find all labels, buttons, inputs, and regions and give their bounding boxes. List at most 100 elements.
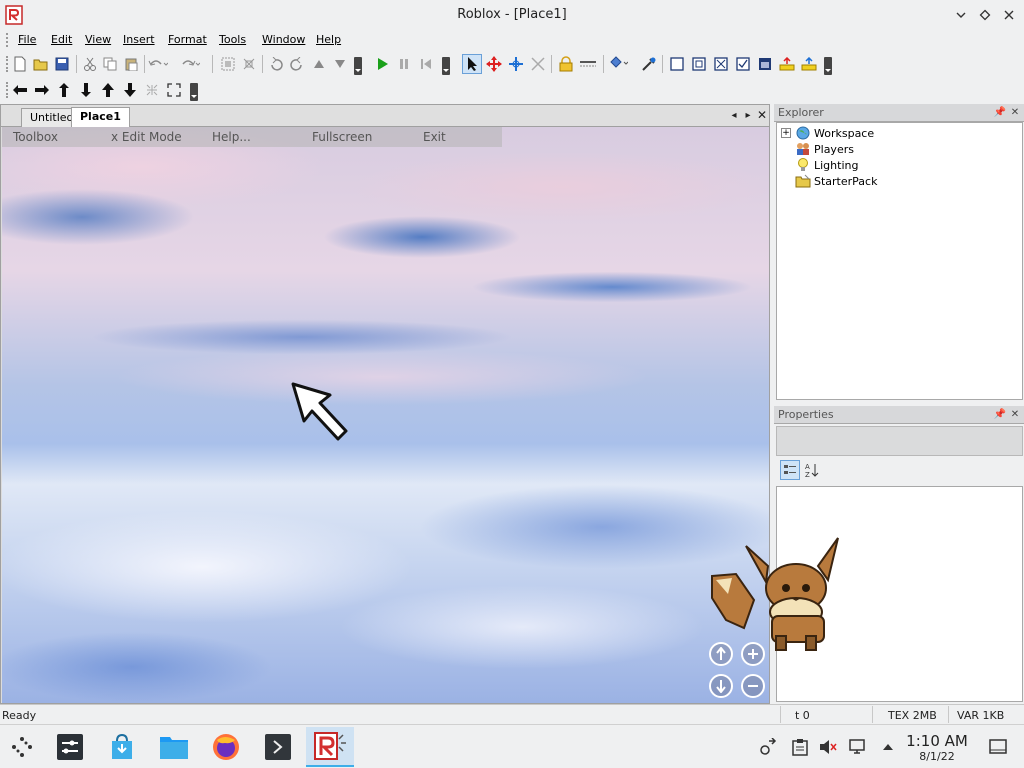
viewport-menu-help[interactable]: Help... <box>212 130 251 144</box>
cut-icon[interactable] <box>80 54 100 74</box>
play-icon[interactable] <box>372 54 392 74</box>
copy-icon[interactable] <box>100 54 120 74</box>
right-arrow-icon[interactable] <box>32 80 52 100</box>
muted-volume-icon[interactable] <box>818 737 838 757</box>
rotate-left-icon[interactable] <box>266 54 286 74</box>
new-icon[interactable] <box>10 54 30 74</box>
select-icon[interactable] <box>462 54 482 74</box>
show-desktop-icon[interactable] <box>988 737 1008 757</box>
viewport-menu-toolbox[interactable]: Toolbox <box>13 130 58 144</box>
left-arrow-icon[interactable] <box>10 80 30 100</box>
3d-viewport[interactable]: Toolbox x Edit Mode Help... Fullscreen E… <box>2 127 769 703</box>
toolbar-overflow-4[interactable] <box>190 83 198 101</box>
save-icon[interactable] <box>52 54 72 74</box>
viewport-menu-exit[interactable]: Exit <box>423 130 446 144</box>
redo-icon[interactable] <box>180 54 200 74</box>
clipboard-icon[interactable] <box>790 737 810 757</box>
pause-icon[interactable] <box>394 54 414 74</box>
properties-close-icon[interactable]: ✕ <box>1009 408 1021 420</box>
firefox-icon[interactable] <box>204 727 248 767</box>
roblox-icon[interactable] <box>306 727 354 767</box>
hinge-icon[interactable] <box>755 54 775 74</box>
zoom-extents-icon[interactable] <box>142 80 162 100</box>
settings-icon[interactable] <box>48 727 92 767</box>
axis-move-icon[interactable] <box>506 54 526 74</box>
network-sync-icon[interactable] <box>758 737 778 757</box>
explorer-header: Explorer 📌 ✕ <box>774 104 1024 122</box>
menu-file[interactable]: File <box>18 33 36 46</box>
move-icon[interactable] <box>484 54 504 74</box>
tilt-down-icon[interactable] <box>120 80 140 100</box>
pin-icon[interactable]: 📌 <box>994 408 1006 420</box>
tree-item-workspace[interactable]: + Workspace <box>781 125 874 141</box>
status-var-memory: VAR 1KB <box>957 709 1005 722</box>
ungroup-icon[interactable] <box>239 54 259 74</box>
camera-down-icon[interactable] <box>709 674 733 698</box>
explorer-close-icon[interactable]: ✕ <box>1009 106 1021 118</box>
launcher-icon[interactable] <box>0 727 44 767</box>
sort-alpha-icon[interactable]: AZ <box>802 460 822 480</box>
menu-edit[interactable]: Edit <box>51 33 72 46</box>
toolbar-grip[interactable] <box>6 56 9 72</box>
files-icon[interactable] <box>152 727 196 767</box>
store-icon[interactable] <box>100 727 144 767</box>
minimize-icon[interactable] <box>950 4 972 26</box>
move-up-icon[interactable] <box>309 54 329 74</box>
menubar-grip[interactable] <box>6 33 9 47</box>
move-down-icon[interactable] <box>330 54 350 74</box>
toolbar-overflow-3[interactable] <box>824 57 832 75</box>
viewport-menu-edit-mode[interactable]: x Edit Mode <box>111 130 182 144</box>
tray-expand-icon[interactable] <box>878 737 898 757</box>
toolbar-overflow-1[interactable] <box>354 57 362 75</box>
weld-icon[interactable] <box>711 54 731 74</box>
motor-icon[interactable] <box>777 54 797 74</box>
toolbar-grip-2[interactable] <box>6 82 9 98</box>
tab-close-icon[interactable]: ✕ <box>755 108 769 122</box>
menu-format[interactable]: Format <box>168 33 207 46</box>
resize-icon[interactable] <box>528 54 548 74</box>
menu-tools[interactable]: Tools <box>219 33 246 46</box>
clock-time[interactable]: 1:10 AM <box>900 732 974 750</box>
categorized-icon[interactable] <box>780 460 800 480</box>
expand-icon[interactable]: + <box>781 128 791 138</box>
close-icon[interactable] <box>998 4 1020 26</box>
tree-item-lighting[interactable]: Lighting <box>781 157 858 173</box>
maximize-icon[interactable] <box>974 4 996 26</box>
paint-bucket-icon[interactable] <box>608 54 628 74</box>
anchor-icon[interactable] <box>578 54 598 74</box>
lock-icon[interactable] <box>556 54 576 74</box>
stop-icon[interactable] <box>416 54 436 74</box>
paste-icon[interactable] <box>121 54 141 74</box>
display-icon[interactable] <box>848 737 868 757</box>
clock-date[interactable]: 8/1/22 <box>900 750 974 763</box>
fit-icon[interactable] <box>164 80 184 100</box>
tab-place1[interactable]: Place1 <box>71 107 130 128</box>
toolbar-overflow-2[interactable] <box>442 57 450 75</box>
terminal-icon[interactable] <box>256 727 300 767</box>
viewport-menu-fullscreen[interactable]: Fullscreen <box>312 130 372 144</box>
down-arrow-icon[interactable] <box>76 80 96 100</box>
dropper-icon[interactable] <box>639 54 659 74</box>
tilt-up-icon[interactable] <box>98 80 118 100</box>
tree-item-players[interactable]: Players <box>781 141 854 157</box>
menu-view[interactable]: View <box>85 33 111 46</box>
smooth-icon[interactable] <box>799 54 819 74</box>
glue-icon[interactable] <box>733 54 753 74</box>
surface-icon[interactable] <box>689 54 709 74</box>
tab-scroll-right-icon[interactable]: ▸ <box>741 108 755 122</box>
open-icon[interactable] <box>31 54 51 74</box>
tab-scroll-left-icon[interactable]: ◂ <box>727 108 741 122</box>
pin-icon[interactable]: 📌 <box>994 106 1006 118</box>
tree-item-starterpack[interactable]: StarterPack <box>781 173 877 189</box>
menu-window[interactable]: Window <box>262 33 305 46</box>
up-arrow-icon[interactable] <box>54 80 74 100</box>
roblox-studio-window: Roblox - [Place1] File Edit View Insert … <box>0 0 1024 768</box>
part-icon[interactable] <box>667 54 687 74</box>
group-icon[interactable] <box>218 54 238 74</box>
rotate-right-icon[interactable] <box>287 54 307 74</box>
undo-icon[interactable] <box>148 54 168 74</box>
menu-help[interactable]: Help <box>316 33 341 46</box>
zoom-out-icon[interactable] <box>741 674 765 698</box>
properties-toolbar: AZ <box>776 458 1023 484</box>
menu-insert[interactable]: Insert <box>123 33 155 46</box>
